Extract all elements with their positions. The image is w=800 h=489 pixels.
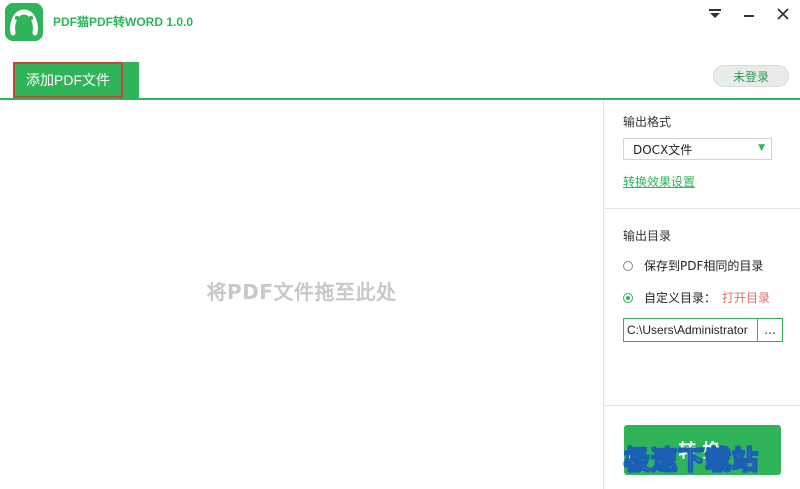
output-format-title: 输出格式 xyxy=(623,115,672,129)
minimize-button[interactable] xyxy=(738,4,760,24)
open-directory-link[interactable]: 打开目录 xyxy=(722,289,770,306)
radio-custom-dir[interactable]: 自定义目录： xyxy=(623,289,716,306)
radio-same-dir-label: 保存到PDF相同的目录 xyxy=(644,259,764,273)
app-logo-icon xyxy=(5,3,43,41)
output-format-select[interactable]: DOCX文件 ▼ xyxy=(623,138,772,160)
drop-hint: 将PDF文件拖至此处 xyxy=(206,280,397,304)
menu-dropdown-icon xyxy=(709,9,721,18)
dropdown-arrow-icon: ▼ xyxy=(758,143,765,153)
section-divider xyxy=(604,405,800,406)
output-dir-title: 输出目录 xyxy=(623,229,672,243)
close-button[interactable] xyxy=(772,4,794,24)
browse-button[interactable]: ... xyxy=(758,318,783,342)
output-path-field[interactable]: C:\Users\Administrator xyxy=(623,318,758,342)
file-drop-zone[interactable]: 将PDF文件拖至此处 xyxy=(0,100,603,489)
app-title: PDF猫PDF转WORD 1.0.0 xyxy=(53,15,194,29)
title-bar: PDF猫PDF转WORD 1.0.0 xyxy=(0,0,800,62)
tab-background xyxy=(123,62,139,98)
close-icon xyxy=(777,8,789,20)
minimize-icon xyxy=(744,15,754,17)
radio-checked-icon xyxy=(623,292,633,303)
settings-sidebar: 输出格式 DOCX文件 ▼ 转换效果设置 输出目录 保存到PDF相同的目录 自定… xyxy=(603,100,800,489)
radio-custom-dir-label: 自定义目录： xyxy=(644,291,717,305)
radio-same-dir[interactable]: 保存到PDF相同的目录 xyxy=(623,257,763,274)
conversion-settings-link[interactable]: 转换效果设置 xyxy=(623,173,695,190)
add-pdf-file-button[interactable]: 添加PDF文件 xyxy=(13,62,123,98)
radio-unchecked-icon xyxy=(623,260,633,271)
site-watermark: 极速下载站 xyxy=(623,446,760,477)
login-button[interactable]: 未登录 xyxy=(713,65,789,87)
section-divider xyxy=(604,208,800,209)
menu-button[interactable] xyxy=(704,4,726,24)
output-format-value: DOCX文件 xyxy=(633,142,693,157)
